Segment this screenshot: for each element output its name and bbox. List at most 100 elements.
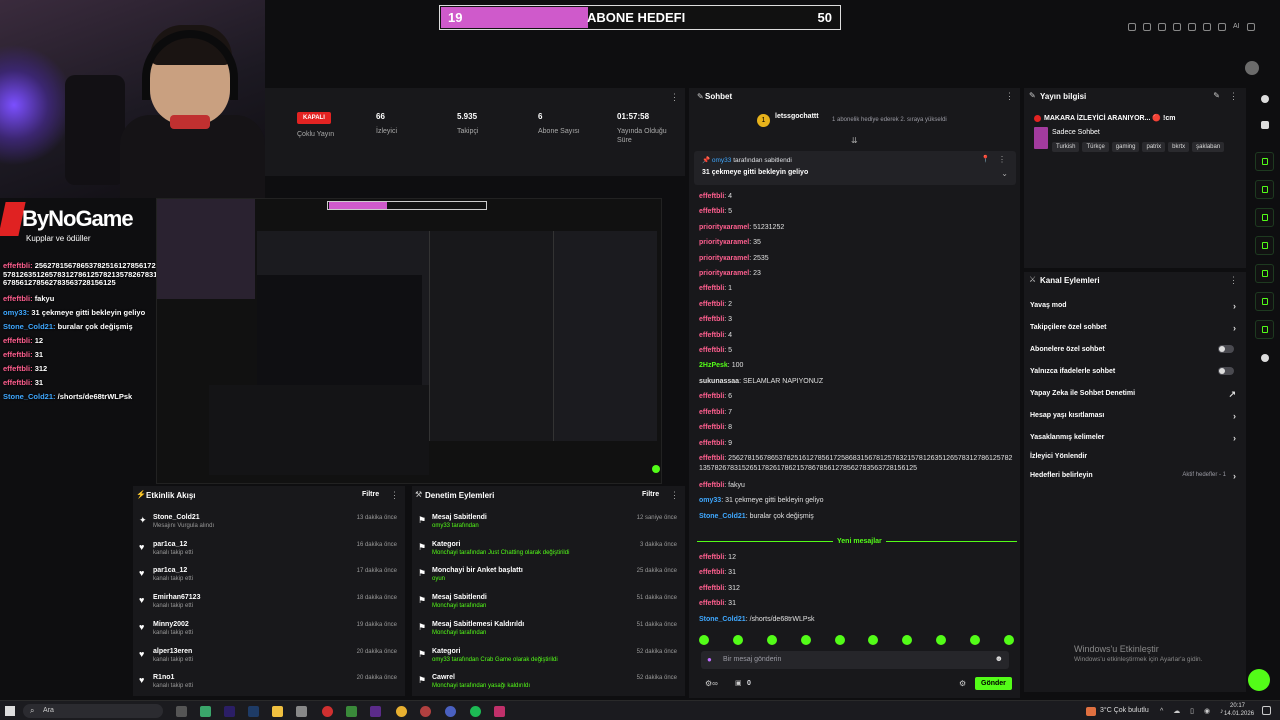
chat-username[interactable]: omy33 [699,497,721,504]
more-icon[interactable]: ⋮ [390,490,399,501]
overlay-chat-user[interactable]: Stone_Cold21: [3,392,56,401]
emote-icon[interactable] [766,635,777,645]
pinned-message[interactable]: 📌 omy33 tarafından sabitlendi 31 çekmeye… [694,151,1016,185]
chat-message[interactable]: sukunassaa: SELAMLAR NAPIYONUZ [699,374,1014,389]
clock-time[interactable]: 20:17 [1230,703,1245,709]
chat-message[interactable]: effeftbli: 2 [699,297,1014,312]
chat-username[interactable]: Stone_Cold21 [699,616,746,623]
activity-row[interactable]: ♥ alper13eren kanalı takip etti 20 dakika ö… [139,648,397,663]
moderation-row[interactable]: ⚑ Mesaj Sabitlendi omy33 tarafından 12 sani… [418,514,677,529]
circle-icon[interactable] [1203,23,1211,31]
chat-message[interactable]: effeftbli: 25627815678653782516127856172… [699,454,1014,474]
overlay-chat-user[interactable]: effeftbli: [3,294,33,303]
filter-button[interactable]: Filtre [642,491,659,498]
chat-message[interactable]: effeftbli: 5 [699,343,1014,358]
settings-icon[interactable] [1261,121,1269,129]
chat-message[interactable]: effeftbli: 5 [699,204,1014,219]
tray-icons[interactable]: ^ ☁ ▯ ◉ ♪ [1160,707,1228,715]
chat-username[interactable]: effeftbli [699,193,724,200]
toggle-switch[interactable] [1218,345,1234,353]
help-button[interactable] [1248,669,1270,691]
chat-message[interactable]: effeftbli: fakyu [699,478,1014,493]
more-icon[interactable]: ⋮ [1229,91,1238,102]
chat-message[interactable]: priorityкaramel: 2535 [699,251,1014,266]
overlay-chat-user[interactable]: omy33: [3,308,29,317]
more-icon[interactable]: ⋮ [1005,91,1014,102]
pinned-by-user[interactable]: omy33 [712,157,732,164]
chat-username[interactable]: Stone_Cold21 [699,513,746,520]
app-icon[interactable] [370,706,381,717]
app-icon[interactable] [248,706,259,717]
chat-message[interactable]: effeftbli: 3 [699,312,1014,327]
play-icon[interactable] [1173,23,1181,31]
notification-icon[interactable] [1262,706,1271,715]
app-icon[interactable] [272,706,283,717]
stream-tag[interactable]: bkrtx [1168,142,1190,152]
avatar[interactable] [1245,61,1259,75]
stream-tag[interactable]: Türkçe [1082,142,1109,152]
emoji-icon[interactable]: ☻ [995,654,1003,663]
moderation-row[interactable]: ⚑ Mesaj Sabitlemesi Kaldırıldı Monchayi ta… [418,621,677,636]
chat-username[interactable]: effeftbli [699,301,724,308]
emote-icon[interactable] [902,635,913,645]
shield-icon[interactable] [1158,23,1166,31]
chat-username[interactable]: effeftbli [699,600,724,607]
app-icon[interactable] [396,706,407,717]
moderation-row[interactable]: ⚑ Kategori Monchayi tarafından Just Chatti… [418,541,677,556]
chat-username[interactable]: effeftbli [699,393,724,400]
rail-button-link[interactable] [1255,264,1274,283]
chat-username[interactable]: effeftbli [699,455,724,462]
info-icon[interactable] [1261,95,1269,103]
app-icon[interactable] [494,706,505,717]
chat-message[interactable]: effeftbli: 9 [699,436,1014,451]
stream-tag[interactable]: gaming [1111,142,1140,152]
overlay-chat-user[interactable]: Stone_Cold21: [3,322,56,331]
chat-message[interactable]: effeftbli: 4 [699,328,1014,343]
chat-username[interactable]: effeftbli [699,424,724,431]
chat-message[interactable]: effeftbli: 6 [699,389,1014,404]
chat-message[interactable]: effeftbli: 12 [699,550,1014,565]
emote-icon[interactable] [834,635,845,645]
taskbar-search[interactable]: ⌕ Ara [23,704,163,718]
channel-action-8[interactable]: Hedefleri belirleyin › Aktif hedefler - 1 [1030,471,1240,481]
chat-input[interactable]: ● Bir mesaj gönderin ☻ [701,651,1009,669]
chat-username[interactable]: effeftbli [699,285,724,292]
more-icon[interactable]: ⋮ [1229,275,1238,286]
chat-username[interactable]: priorityкaramel [699,255,749,262]
channel-action-2[interactable]: Abonelere özel sohbet [1030,345,1240,353]
chat-username[interactable]: priorityкaramel [699,224,749,231]
chat-message[interactable]: effeftbli: 8 [699,420,1014,435]
emote-icon[interactable] [1003,635,1014,645]
chat-username[interactable]: effeftbli [699,585,724,592]
clock-date[interactable]: 14.01.2026 [1224,711,1254,717]
emote-icon[interactable] [970,635,980,645]
more-icon[interactable]: ⋮ [998,155,1006,164]
overlay-chat-user[interactable]: effeftbli: [3,364,33,373]
moderation-row[interactable]: ⚑ Cawrel Monchayi tarafından yasağı kaldır… [418,674,677,689]
category-name[interactable]: Sadece Sohbet [1052,129,1100,136]
settings-icon[interactable]: ⚙∞ [705,679,718,688]
chat-username[interactable]: effeftbli [699,409,724,416]
overlay-chat-user[interactable]: effeftbli: [3,378,33,387]
app-icon[interactable] [322,706,333,717]
filter-button[interactable]: Filtre [362,491,379,498]
more-icon[interactable]: ⋮ [670,490,679,501]
gear-icon[interactable]: ⚙ [959,679,966,688]
toggle-switch[interactable] [1218,367,1234,375]
ai-icon[interactable]: AI [1233,23,1240,31]
app-icon[interactable] [200,706,211,717]
overlay-chat-user[interactable]: effeftbli: [3,336,33,345]
chat-message[interactable]: effeftbli: 7 [699,405,1014,420]
chat-message[interactable]: effeftbli: 31 [699,565,1014,580]
chat-message[interactable]: effeftbli: 1 [699,281,1014,296]
chat-message[interactable]: effeftbli: 31 [699,596,1014,611]
chat-username[interactable]: sukunassaa [699,378,739,385]
chat-username[interactable]: effeftbli [699,440,724,447]
activity-row[interactable]: ♥ Minny2002 kanalı takip etti 19 dakika önc… [139,621,397,636]
weather-text[interactable]: 3°C Çok bulutlu [1100,707,1149,714]
emote-icon[interactable] [699,635,709,645]
activity-row[interactable]: ♥ par1ca_12 kanalı takip etti 16 dakika önc… [139,541,397,556]
pin-icon[interactable] [1128,23,1136,31]
stream-preview[interactable] [156,198,662,484]
more-icon[interactable]: ⋮ [670,92,679,103]
